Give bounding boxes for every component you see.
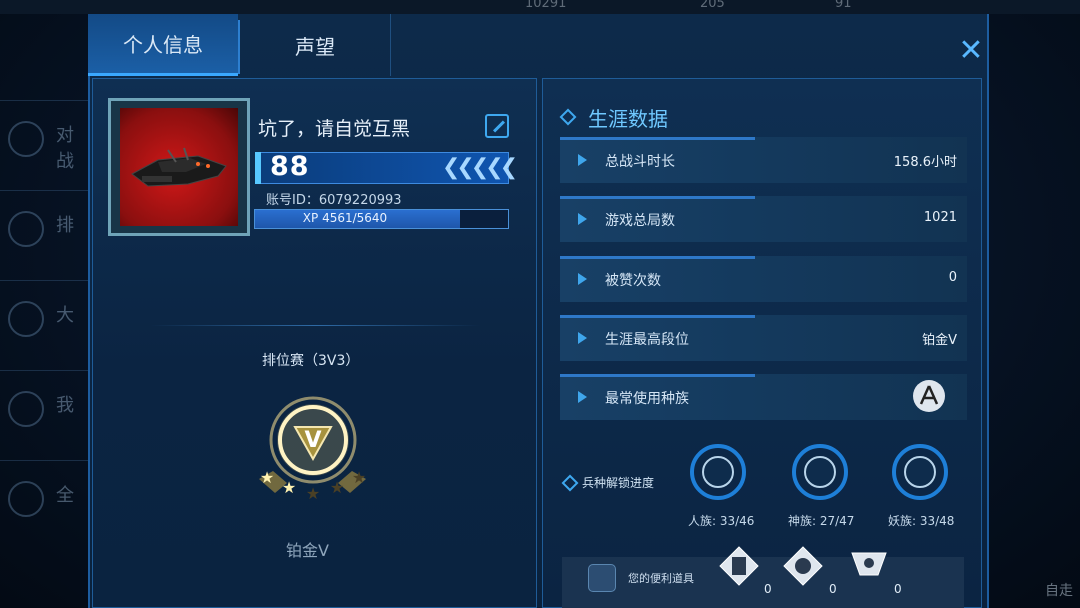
stat-topline: [560, 137, 755, 140]
stat-topline: [560, 315, 755, 318]
stat-row-highest-rank: 生涯最高段位 铂金Ⅴ: [560, 315, 967, 361]
arrow-icon: [578, 213, 587, 225]
account-id: 账号ID：6079220993: [266, 193, 402, 208]
arrow-icon: [578, 273, 587, 285]
top-status-bar: 10291 205 91: [0, 0, 1080, 14]
stat-value: 0: [948, 270, 957, 285]
stat-label: 生涯最高段位: [605, 332, 689, 348]
item-slot-2-icon[interactable]: [782, 545, 824, 587]
unlock-progress-label: 兵种解锁进度: [582, 476, 655, 490]
stat-label: 总战斗时长: [605, 154, 675, 170]
career-title: 生涯数据: [588, 107, 668, 131]
tab-reputation[interactable]: 声望: [240, 14, 391, 76]
stat-row-likes: 被赞次数 0: [560, 256, 967, 302]
stat-label: 最常使用种族: [605, 391, 689, 407]
demon-race-progress: 妖族: 33/48: [888, 514, 955, 528]
items-bar: [562, 557, 964, 608]
stat-label: 游戏总局数: [605, 213, 675, 229]
tab-profile[interactable]: 个人信息: [88, 14, 238, 76]
stat-row-favorite-race: 最常使用种族: [560, 374, 967, 420]
tab-bar: 个人信息 声望: [88, 14, 985, 76]
star-icon: ★: [330, 478, 344, 497]
arrow-icon: [578, 332, 587, 344]
close-icon[interactable]: ✕: [958, 36, 984, 66]
human-race-ring-icon[interactable]: [690, 444, 746, 500]
demon-race-ring-icon[interactable]: [892, 444, 948, 500]
items-label: 您的便利道具: [628, 572, 694, 585]
item-count-1: 0: [764, 582, 772, 596]
arrow-icon: [578, 391, 587, 403]
spaceship-icon: [131, 147, 227, 187]
arrow-icon: [578, 154, 587, 166]
stat-value: 铂金Ⅴ: [922, 333, 957, 348]
divider: [150, 325, 480, 326]
background-right: 自走: [1045, 583, 1073, 599]
star-icon: ★: [282, 478, 296, 497]
rank-tier: 铂金Ⅴ: [286, 541, 329, 560]
item-count-2: 0: [829, 582, 837, 596]
item-slot-3-icon[interactable]: [848, 545, 890, 587]
stat-value: 1021: [923, 210, 957, 225]
player-name: 坑了，请自觉互黑: [258, 118, 411, 140]
stat-topline: [560, 374, 755, 377]
top-stat-1: 10291: [525, 0, 567, 11]
svg-text:V: V: [304, 428, 321, 453]
divine-race-progress: 神族: 27/47: [788, 514, 855, 528]
divine-race-ring-icon[interactable]: [792, 444, 848, 500]
item-count-3: 0: [894, 582, 902, 596]
stat-label: 被赞次数: [605, 273, 661, 289]
star-icon: ★: [306, 484, 320, 503]
xp-text: XP 4561/5640: [302, 211, 388, 225]
stat-row-battle-time: 总战斗时长 158.6小时: [560, 137, 967, 183]
stat-value: 158.6小时: [893, 155, 957, 170]
human-race-icon: [913, 380, 945, 412]
level-mark: [255, 152, 261, 184]
chevrons-icon: ❮❮❮❮❮: [442, 155, 518, 180]
background-nav: 对战 排 大 我 全: [0, 60, 90, 608]
ranked-mode-label: 排位赛（3V3）: [262, 353, 360, 369]
package-icon: [588, 564, 616, 592]
rank-emblem-icon: V ★ ★ ★ ★ ★: [259, 396, 366, 503]
top-stat-2: 205: [700, 0, 725, 11]
human-race-progress: 人族: 33/46: [688, 514, 755, 528]
stat-topline: [560, 196, 755, 199]
edit-icon[interactable]: [485, 114, 509, 138]
player-level: 88: [270, 151, 310, 182]
stat-topline: [560, 256, 755, 259]
star-icon: ★: [260, 468, 274, 487]
stat-row-total-games: 游戏总局数 1021: [560, 196, 967, 242]
star-icon: ★: [352, 468, 366, 487]
top-stat-3: 91: [835, 0, 852, 11]
item-slot-1-icon[interactable]: [718, 545, 760, 587]
